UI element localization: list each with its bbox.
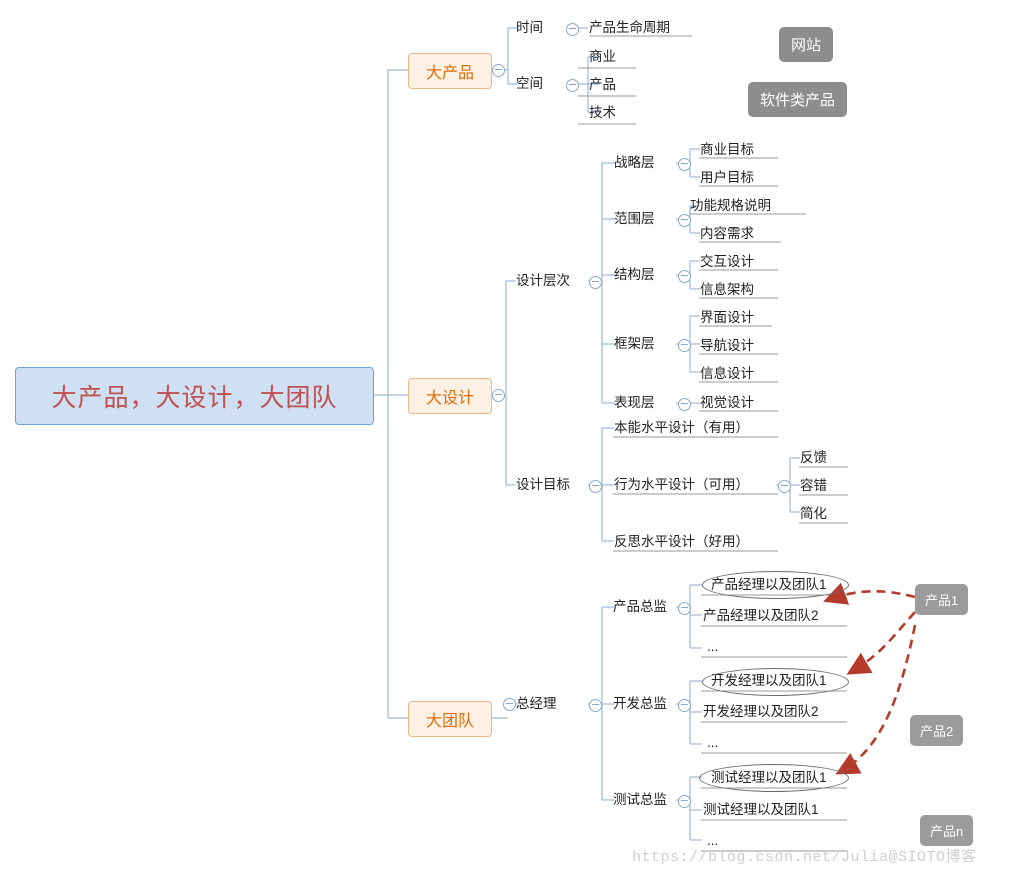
- collapse-toggle-presentation[interactable]: [678, 398, 691, 411]
- label-visceral-design: 本能水平设计（有用）: [614, 420, 749, 435]
- label-design-levels: 设计层次: [516, 273, 570, 288]
- label-space-business: 商业: [589, 49, 616, 64]
- collapse-toggle-qa-director[interactable]: [678, 795, 691, 808]
- tag-product-2[interactable]: 产品2: [910, 715, 964, 746]
- label-space-technology: 技术: [589, 105, 616, 120]
- label-strategy-layer: 战略层: [614, 155, 655, 170]
- member-dev-more: ...: [707, 735, 719, 750]
- label-functional-spec: 功能规格说明: [690, 198, 771, 213]
- label-product-director: 产品总监: [613, 599, 667, 614]
- collapse-toggle-product-director[interactable]: [678, 602, 691, 615]
- collapse-toggle-design[interactable]: [492, 389, 505, 402]
- collapse-toggle-product[interactable]: [492, 64, 505, 77]
- label-interface-design: 界面设计: [700, 310, 754, 325]
- label-dev-director: 开发总监: [613, 696, 667, 711]
- collapse-toggle-design-goals[interactable]: [589, 480, 602, 493]
- branch-team[interactable]: 大团队: [408, 701, 492, 737]
- branch-design[interactable]: 大设计: [408, 378, 492, 414]
- member-product-more: ...: [707, 639, 719, 654]
- label-reflective-design: 反思水平设计（好用）: [614, 534, 749, 549]
- collapse-toggle-gm[interactable]: [589, 699, 602, 712]
- label-business-goal: 商业目标: [700, 142, 754, 157]
- label-scope-layer: 范围层: [614, 211, 655, 226]
- member-product-2: 产品经理以及团队2: [703, 608, 819, 623]
- highlight-ellipse-qa-1: [699, 764, 849, 792]
- tag-product-1[interactable]: 产品1: [915, 584, 969, 615]
- label-visual-design: 视觉设计: [700, 395, 754, 410]
- highlight-ellipse-product-1: [702, 571, 849, 599]
- tag-product-n[interactable]: 产品n: [920, 815, 974, 846]
- member-qa-2: 测试经理以及团队1: [703, 802, 819, 817]
- highlight-ellipse-dev-1: [702, 668, 849, 696]
- label-feedback: 反馈: [800, 450, 827, 465]
- label-content-requirement: 内容需求: [700, 226, 754, 241]
- label-design-goals: 设计目标: [516, 477, 570, 492]
- label-information-architecture: 信息架构: [700, 282, 754, 297]
- member-dev-2: 开发经理以及团队2: [703, 704, 819, 719]
- mindmap-canvas: 大产品，大设计，大团队 大产品 大设计 大团队 时间 产品生命周期 空间 商业 …: [0, 0, 1014, 870]
- label-presentation-layer: 表现层: [614, 395, 655, 410]
- label-behavioral-design: 行为水平设计（可用）: [614, 477, 749, 492]
- collapse-toggle-framework[interactable]: [678, 339, 691, 352]
- label-product-lifecycle: 产品生命周期: [589, 20, 670, 35]
- collapse-toggle-scope[interactable]: [678, 214, 691, 227]
- label-fault-tolerance: 容错: [800, 478, 827, 493]
- label-framework-layer: 框架层: [614, 336, 655, 351]
- label-time: 时间: [516, 20, 543, 35]
- label-qa-director: 测试总监: [613, 792, 667, 807]
- label-space-product: 产品: [589, 77, 616, 92]
- label-navigation-design: 导航设计: [700, 338, 754, 353]
- tag-software-product[interactable]: 软件类产品: [748, 82, 848, 117]
- collapse-toggle-design-levels[interactable]: [589, 276, 602, 289]
- connector-lines: [372, 27, 917, 852]
- label-simplification: 简化: [800, 506, 827, 521]
- label-interaction-design: 交互设计: [700, 254, 754, 269]
- collapse-toggle-strategy[interactable]: [678, 158, 691, 171]
- tag-website[interactable]: 网站: [779, 27, 834, 62]
- collapse-toggle-space[interactable]: [566, 79, 579, 92]
- label-information-design: 信息设计: [700, 366, 754, 381]
- branch-product[interactable]: 大产品: [408, 53, 492, 89]
- collapse-toggle-behavioral[interactable]: [778, 480, 791, 493]
- label-structure-layer: 结构层: [614, 267, 655, 282]
- label-space: 空间: [516, 76, 543, 91]
- root-node[interactable]: 大产品，大设计，大团队: [15, 367, 374, 425]
- watermark: https://blog.csdn.net/Julia@SIOTO博客: [632, 849, 977, 866]
- collapse-toggle-structure[interactable]: [678, 270, 691, 283]
- collapse-toggle-dev-director[interactable]: [678, 699, 691, 712]
- collapse-toggle-time[interactable]: [566, 23, 579, 36]
- label-user-goal: 用户目标: [700, 170, 754, 185]
- collapse-toggle-team[interactable]: [503, 698, 516, 711]
- label-general-manager: 总经理: [516, 696, 557, 711]
